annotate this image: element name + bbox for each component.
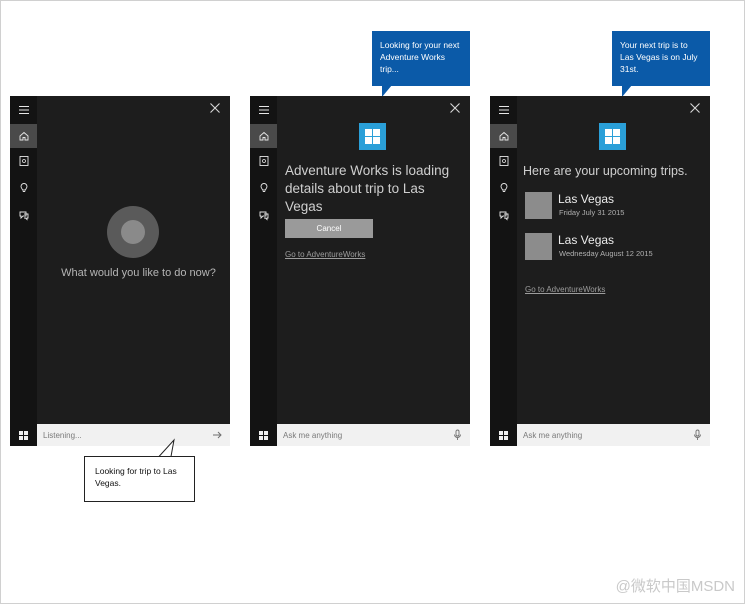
search-bar xyxy=(10,424,230,446)
notebook-icon[interactable] xyxy=(10,149,37,173)
trip-date: Wednesday August 12 2015 xyxy=(559,249,653,258)
close-icon[interactable] xyxy=(448,101,462,115)
go-to-adventureworks-link[interactable]: Go to AdventureWorks xyxy=(525,285,605,294)
trip-thumbnail xyxy=(525,192,552,219)
cancel-button[interactable]: Cancel xyxy=(285,219,373,238)
windows-start-icon[interactable] xyxy=(490,424,517,446)
cortana-panel-trips: Here are your upcoming trips. Las Vegas … xyxy=(490,96,710,446)
trip-name: Las Vegas xyxy=(558,192,615,206)
cortana-panel-loading: Adventure Works is loading details about… xyxy=(250,96,470,446)
reminders-icon[interactable] xyxy=(250,176,277,200)
search-field-container xyxy=(37,424,230,446)
windows-start-icon[interactable] xyxy=(10,424,37,446)
search-bar xyxy=(490,424,710,446)
home-icon[interactable] xyxy=(250,124,277,148)
nav-rail xyxy=(10,96,37,446)
windows-start-icon[interactable] xyxy=(250,424,277,446)
notebook-icon[interactable] xyxy=(250,149,277,173)
nav-rail xyxy=(490,96,517,446)
callout-text: Your next trip is to Las Vegas is on Jul… xyxy=(620,40,698,74)
cortana-prompt: What would you like to do now? xyxy=(61,267,216,279)
close-icon[interactable] xyxy=(688,101,702,115)
microphone-icon[interactable] xyxy=(452,429,463,441)
feedback-icon[interactable] xyxy=(250,203,277,227)
hamburger-menu-icon[interactable] xyxy=(250,98,277,122)
search-input[interactable] xyxy=(523,430,663,440)
home-icon[interactable] xyxy=(490,124,517,148)
nav-rail xyxy=(250,96,277,446)
app-logo-icon xyxy=(599,123,626,150)
app-logo-icon xyxy=(359,123,386,150)
watermark: @微软中国MSDN xyxy=(615,578,735,595)
trips-title: Here are your upcoming trips. xyxy=(523,164,688,178)
reminders-icon[interactable] xyxy=(10,176,37,200)
search-input[interactable] xyxy=(283,430,423,440)
notebook-icon[interactable] xyxy=(490,149,517,173)
trip-item[interactable]: Las Vegas Friday July 31 2015 xyxy=(525,192,705,220)
loading-message: Adventure Works is loading details about… xyxy=(285,163,450,214)
cortana-callout-1: Looking for your next Adventure Works tr… xyxy=(372,31,470,97)
search-field-container xyxy=(517,424,710,446)
trip-thumbnail xyxy=(525,233,552,260)
search-bar xyxy=(250,424,470,446)
trip-name: Las Vegas xyxy=(558,233,615,247)
feedback-icon[interactable] xyxy=(10,203,37,227)
cortana-panel-listening: What would you like to do now? xyxy=(10,96,230,446)
cortana-listening-icon xyxy=(107,206,159,258)
hamburger-menu-icon[interactable] xyxy=(490,98,517,122)
trip-date: Friday July 31 2015 xyxy=(559,208,625,217)
cortana-callout-2: Your next trip is to Las Vegas is on Jul… xyxy=(612,31,710,97)
arrow-right-icon[interactable] xyxy=(212,429,223,441)
trip-item[interactable]: Las Vegas Wednesday August 12 2015 xyxy=(525,233,705,261)
home-icon[interactable] xyxy=(10,124,37,148)
user-callout: Looking for trip to Las Vegas. xyxy=(84,456,195,502)
callout-text: Looking for trip to Las Vegas. xyxy=(95,466,177,488)
microphone-icon[interactable] xyxy=(692,429,703,441)
close-icon[interactable] xyxy=(208,101,222,115)
go-to-adventureworks-link[interactable]: Go to AdventureWorks xyxy=(285,250,365,259)
feedback-icon[interactable] xyxy=(490,203,517,227)
reminders-icon[interactable] xyxy=(490,176,517,200)
search-field-container xyxy=(277,424,470,446)
callout-text: Looking for your next Adventure Works tr… xyxy=(380,40,460,74)
hamburger-menu-icon[interactable] xyxy=(10,98,37,122)
